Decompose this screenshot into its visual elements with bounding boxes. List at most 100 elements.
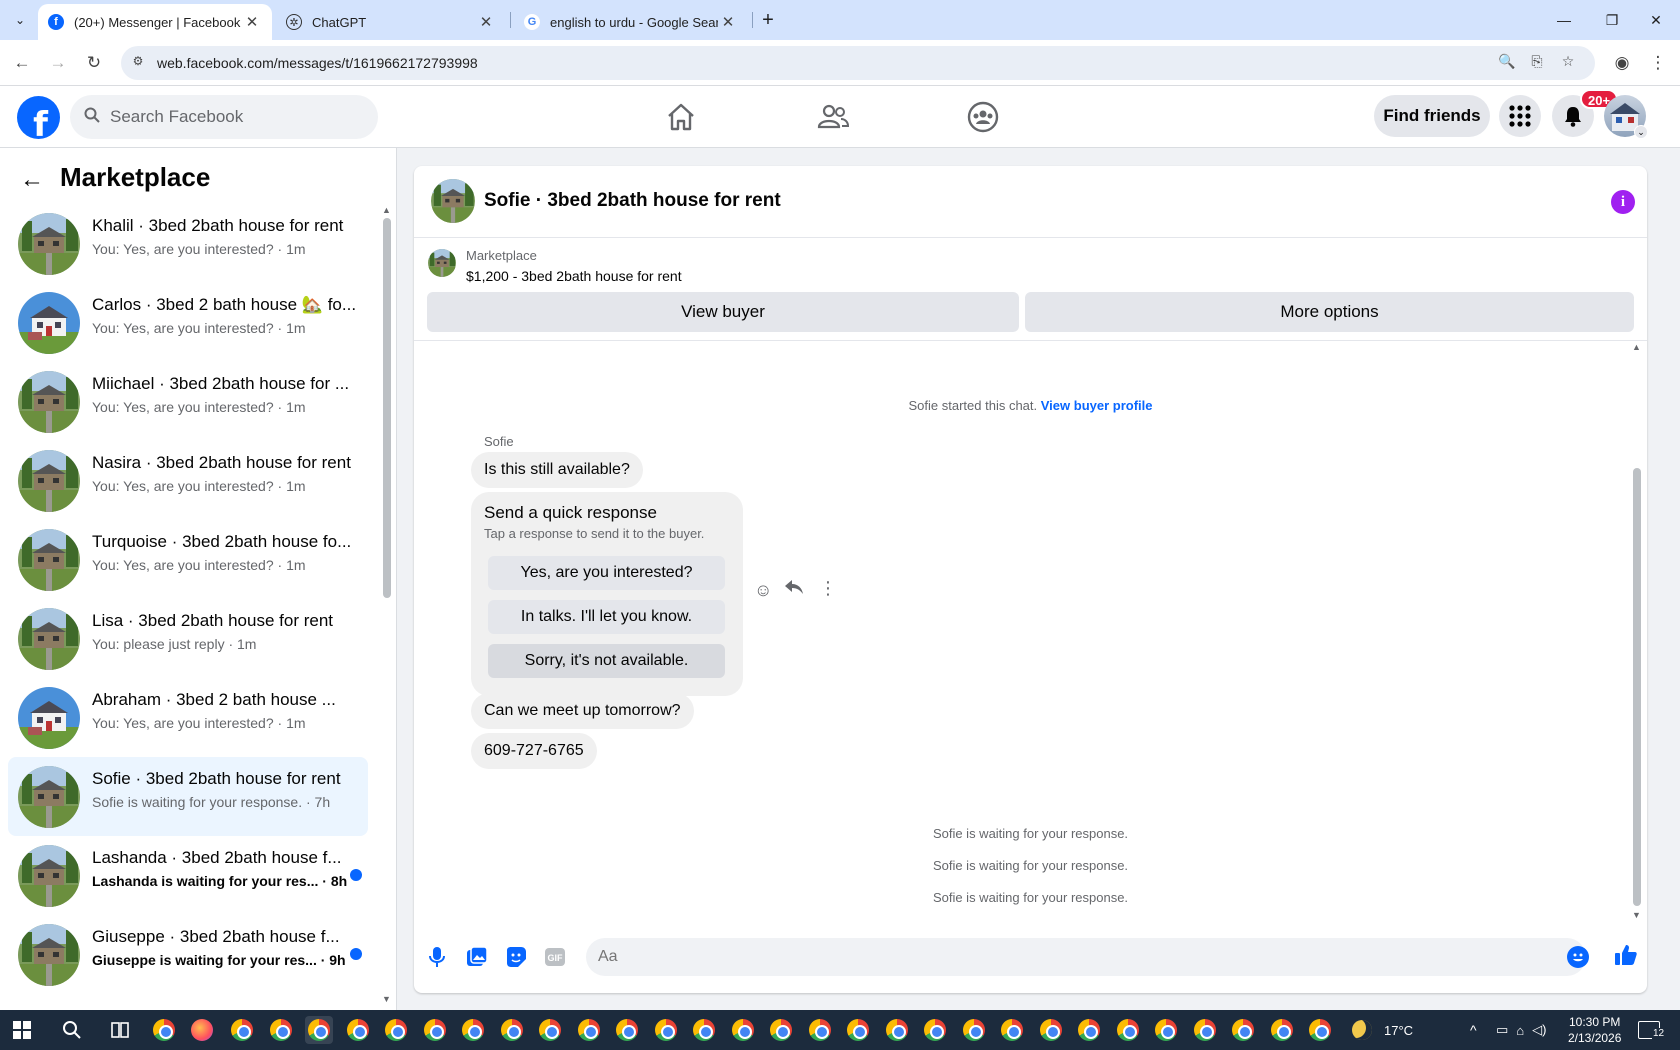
chat-avatar[interactable] (431, 179, 475, 223)
weather-widget[interactable]: 17°C (1352, 1010, 1413, 1050)
chrome-taskbar-icon[interactable] (960, 1016, 988, 1044)
chrome-taskbar-icon[interactable] (690, 1016, 718, 1044)
chrome-taskbar-icon[interactable] (382, 1016, 410, 1044)
tray-chevron-icon[interactable]: ^ (1470, 1010, 1477, 1050)
message-bubble[interactable]: Is this still available? (471, 452, 643, 488)
conversation-item[interactable]: Lisa · 3bed 2bath house for rent You: ple… (8, 599, 368, 678)
home-icon[interactable] (663, 99, 699, 135)
back-arrow-icon[interactable]: ← (20, 166, 44, 194)
tab-chatgpt[interactable]: ✲ ChatGPT ✕ (276, 4, 506, 40)
chrome-taskbar-icon[interactable] (883, 1016, 911, 1044)
conversation-item[interactable]: Lashanda · 3bed 2bath house f... Lashanda… (8, 836, 368, 915)
message-bubble[interactable]: 609-727-6765 (471, 733, 597, 769)
groups-icon[interactable] (965, 99, 1001, 135)
conversation-item[interactable]: Carlos · 3bed 2 bath house 🏡 fo... You: Y… (8, 283, 368, 362)
chrome-taskbar-icon[interactable] (613, 1016, 641, 1044)
sidebar-scrollbar[interactable] (383, 218, 391, 598)
firefox-icon[interactable] (188, 1016, 216, 1044)
message-input[interactable] (586, 938, 1586, 976)
site-info-icon[interactable]: ⚙ (129, 54, 147, 72)
sticker-icon[interactable] (503, 944, 529, 970)
chrome-taskbar-icon[interactable] (1037, 1016, 1065, 1044)
chrome-taskbar-icon[interactable] (806, 1016, 834, 1044)
chrome-taskbar-icon[interactable] (998, 1016, 1026, 1044)
taskbar-app-icon[interactable] (150, 1016, 178, 1044)
task-view-icon[interactable] (106, 1016, 134, 1044)
conversation-item[interactable]: Turquoise · 3bed 2bath house fo... You: Y… (8, 520, 368, 599)
quick-reply-yes-button[interactable]: Yes, are you interested? (488, 556, 725, 590)
chat-scrollbar[interactable] (1633, 468, 1641, 906)
chrome-taskbar-icon[interactable] (1191, 1016, 1219, 1044)
back-button[interactable]: ← (8, 49, 36, 77)
message-bubble[interactable]: Can we meet up tomorrow? (471, 693, 694, 729)
chrome-taskbar-icon[interactable] (921, 1016, 949, 1044)
find-friends-button[interactable]: Find friends (1374, 95, 1490, 137)
scroll-up-arrow-icon[interactable]: ▲ (382, 205, 391, 215)
info-icon[interactable]: i (1611, 190, 1635, 214)
photo-attach-icon[interactable] (464, 944, 490, 970)
chrome-taskbar-icon[interactable] (1306, 1016, 1334, 1044)
forward-button[interactable]: → (44, 49, 72, 77)
tab-close-icon[interactable]: ✕ (242, 13, 262, 31)
windows-start-icon[interactable] (8, 1016, 36, 1044)
url-text[interactable]: web.facebook.com/messages/t/161966217279… (157, 55, 478, 71)
chrome-taskbar-icon[interactable] (575, 1016, 603, 1044)
close-window-button[interactable]: ✕ (1632, 0, 1680, 40)
restore-button[interactable]: ❐ (1588, 0, 1636, 40)
listing-thumbnail[interactable] (428, 249, 456, 277)
tray-icons[interactable]: ▭ ⌂ ◁) (1496, 1010, 1546, 1050)
tab-close-icon[interactable]: ✕ (718, 13, 738, 31)
chrome-taskbar-icon[interactable] (498, 1016, 526, 1044)
tab-google-search[interactable]: G english to urdu - Google Search ✕ (514, 4, 748, 40)
chrome-taskbar-icon[interactable] (267, 1016, 295, 1044)
quick-reply-not-available-button[interactable]: Sorry, it's not available. (488, 644, 725, 678)
conversation-item[interactable]: Miichael · 3bed 2bath house for ... You: … (8, 362, 368, 441)
facebook-search[interactable]: Search Facebook (70, 95, 378, 139)
taskbar-search-icon[interactable] (58, 1016, 86, 1044)
react-emoji-icon[interactable]: ☺ (754, 580, 772, 601)
tab-messenger[interactable]: f (20+) Messenger | Facebook ✕ (38, 4, 272, 40)
browser-menu-icon[interactable]: ⋮ (1644, 49, 1672, 77)
menu-grid-icon[interactable] (1499, 95, 1541, 137)
install-app-icon[interactable]: ⎘ (1527, 53, 1547, 73)
address-bar[interactable]: ⚙ web.facebook.com/messages/t/1619662172… (121, 46, 1595, 80)
view-buyer-button[interactable]: View buyer (427, 292, 1019, 332)
more-actions-icon[interactable]: ⋮ (819, 578, 837, 599)
minimize-button[interactable]: — (1540, 0, 1588, 40)
clock[interactable]: 10:30 PM 2/13/2026 (1568, 1010, 1621, 1050)
profile-icon[interactable]: ◉ (1608, 49, 1636, 77)
chat-title[interactable]: Sofie · 3bed 2bath house for rent (484, 190, 781, 212)
notification-center-icon[interactable]: 12 (1638, 1010, 1666, 1050)
reload-button[interactable]: ↻ (80, 49, 108, 77)
chrome-taskbar-icon[interactable] (1075, 1016, 1103, 1044)
chrome-taskbar-icon[interactable] (1114, 1016, 1142, 1044)
more-options-button[interactable]: More options (1025, 292, 1634, 332)
chrome-taskbar-icon[interactable] (1268, 1016, 1296, 1044)
gif-icon[interactable]: GIF (542, 944, 568, 970)
scroll-down-arrow-icon[interactable]: ▼ (382, 994, 391, 1004)
conversation-item[interactable]: Giuseppe · 3bed 2bath house f... Giuseppe… (8, 915, 368, 994)
like-thumbs-up-icon[interactable] (1613, 942, 1639, 968)
tab-search-button[interactable]: ⌄ (8, 8, 32, 32)
scroll-down-arrow-icon[interactable]: ▼ (1632, 910, 1641, 920)
chrome-taskbar-icon[interactable] (1229, 1016, 1257, 1044)
reply-icon[interactable] (784, 578, 804, 601)
tab-close-icon[interactable]: ✕ (476, 13, 496, 31)
chrome-taskbar-icon[interactable] (305, 1016, 333, 1044)
bookmark-star-icon[interactable]: ☆ (1558, 53, 1578, 73)
chrome-taskbar-icon[interactable] (421, 1016, 449, 1044)
account-chevron-icon[interactable]: ⌄ (1634, 125, 1648, 139)
view-buyer-profile-link[interactable]: View buyer profile (1041, 398, 1153, 413)
conversation-item[interactable]: Khalil · 3bed 2bath house for rent You: Y… (8, 204, 368, 283)
chrome-taskbar-icon[interactable] (729, 1016, 757, 1044)
quick-reply-in-talks-button[interactable]: In talks. I'll let you know. (488, 600, 725, 634)
facebook-logo-icon[interactable]: f (17, 96, 60, 139)
conversation-item[interactable]: Nasira · 3bed 2bath house for rent You: Y… (8, 441, 368, 520)
microphone-icon[interactable] (424, 944, 450, 970)
chrome-taskbar-icon[interactable] (844, 1016, 872, 1044)
chrome-taskbar-icon[interactable] (536, 1016, 564, 1044)
emoji-icon[interactable] (1567, 946, 1589, 968)
chrome-taskbar-icon[interactable] (459, 1016, 487, 1044)
chrome-taskbar-icon[interactable] (767, 1016, 795, 1044)
scroll-up-arrow-icon[interactable]: ▲ (1632, 342, 1641, 352)
